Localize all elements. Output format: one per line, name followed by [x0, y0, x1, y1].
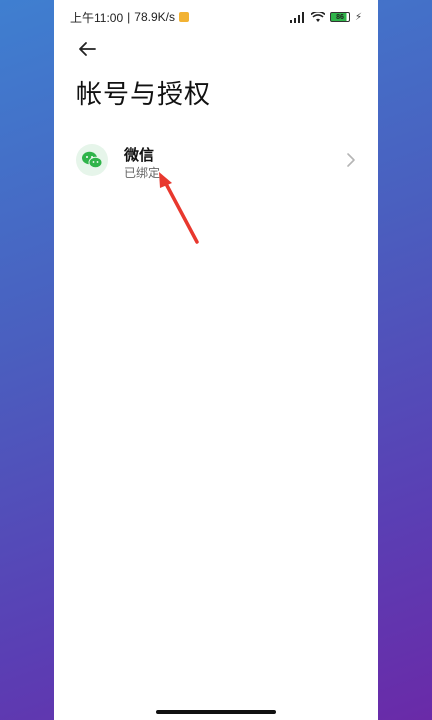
network-speed: 78.9K/s: [134, 10, 175, 24]
notification-icon: [178, 12, 189, 22]
account-status: 已绑定: [124, 166, 161, 180]
status-right: 86 ⚡: [289, 11, 362, 23]
account-row-wechat[interactable]: 微信 已绑定: [54, 132, 378, 190]
page-title: 帐号与授权: [76, 79, 212, 109]
back-button[interactable]: [72, 36, 102, 62]
chevron-right-icon: [347, 153, 355, 167]
charging-icon: ⚡: [354, 11, 362, 23]
account-name: 微信: [124, 147, 155, 164]
battery-level: 86: [336, 13, 344, 21]
status-left: 上午11:00 | 78.9K/s: [70, 9, 189, 26]
status-time: 上午11:00: [70, 10, 124, 25]
phone-screen: 上午11:00 | 78.9K/s 86 ⚡ 帐号与授权 微信 已绑定: [54, 0, 378, 720]
back-arrow-icon: [79, 42, 96, 56]
wechat-icon: [76, 144, 108, 176]
home-indicator[interactable]: [156, 710, 276, 714]
battery-icon: 86: [329, 12, 350, 22]
signal-icon: [289, 11, 304, 23]
status-bar: 上午11:00 | 78.9K/s 86 ⚡: [54, 0, 378, 34]
status-separator: |: [127, 10, 131, 24]
wifi-icon: [310, 11, 325, 22]
